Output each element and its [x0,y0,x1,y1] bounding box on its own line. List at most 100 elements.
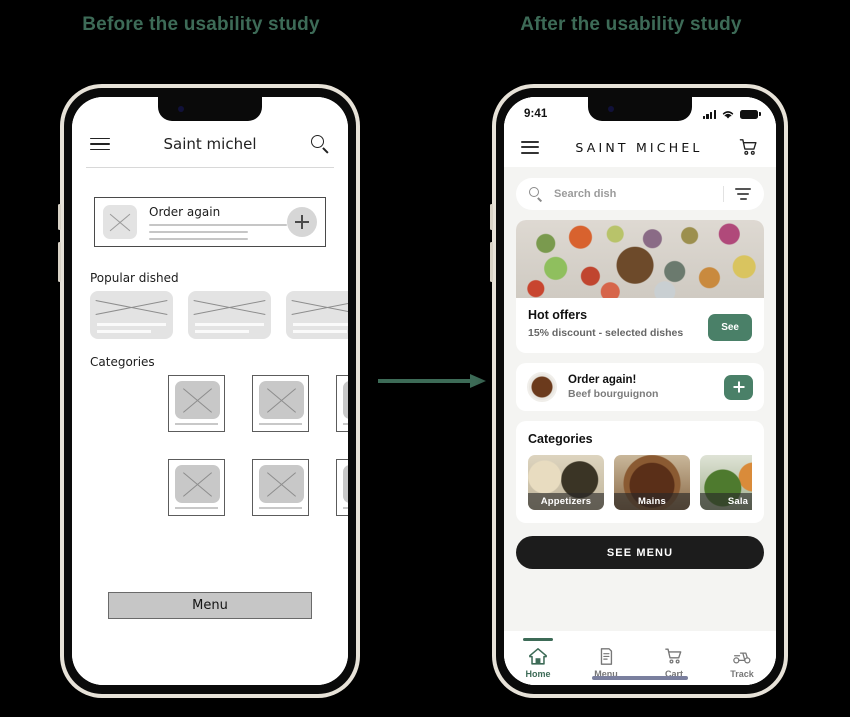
tab-label: Home [525,668,551,679]
search-input[interactable]: Search dish [516,178,764,210]
app-content: 9:41 SAINT MICHEL Search dish Hot offers… [504,97,776,685]
before-column-title: Before the usability study [82,14,320,35]
hot-offers-card[interactable]: Hot offers 15% discount - selected dishe… [516,220,764,353]
active-indicator [659,638,689,641]
page-title: Saint michel [163,135,257,153]
comparison-stage: Before the usability study After the usa… [0,0,850,717]
hot-offers-text: Hot offers 15% discount - selected dishe… [528,308,708,340]
categories-label: Categories [90,355,155,369]
hot-offers-subtitle: 15% discount - selected dishes [528,327,684,339]
image-placeholder-icon [103,205,137,239]
category-placeholder[interactable] [252,459,309,516]
tab-cart[interactable]: Cart [640,638,708,679]
battery-icon [740,109,761,119]
search-placeholder: Search dish [554,188,617,200]
bottom-tab-bar: Home Menu Cart Track [504,631,776,685]
search-icon [529,187,543,202]
active-indicator [591,638,621,641]
right-arrow-icon [378,374,486,388]
search-icon[interactable] [310,134,330,154]
phone-side-button-right-2 [490,242,493,282]
front-camera-icon [178,106,184,112]
status-icons [702,109,761,120]
order-again-card[interactable]: Order again [94,197,326,247]
shopping-cart-icon[interactable] [739,138,759,157]
tab-home[interactable]: Home [504,638,572,679]
placeholder-line [149,223,287,226]
popular-dishes-row [90,291,348,339]
tab-menu[interactable]: Menu [572,638,640,679]
after-phone-screen: 9:41 SAINT MICHEL Search dish Hot offers… [504,97,776,685]
wifi-icon [722,110,734,119]
phone-side-button-left-1 [58,204,61,230]
scroll-body: Search dish Hot offers 15% discount - se… [504,167,776,631]
add-item-button[interactable] [287,207,317,237]
before-phone-bezel: Saint michel Order again Popular dished … [64,88,356,694]
cellular-signal-icon [702,109,716,119]
dish-placeholder[interactable] [90,291,173,339]
placeholder-line [149,237,249,240]
order-again-subtitle: Beef bourguignon [568,388,659,400]
after-phone-mockup: 9:41 SAINT MICHEL Search dish Hot offers… [490,84,788,698]
add-item-button[interactable] [724,374,753,400]
home-indicator [592,676,688,680]
phone-notch [158,97,262,121]
categories-row[interactable]: Appetizers Mains Sala [528,455,752,510]
category-placeholder[interactable] [336,459,348,516]
before-phone-screen: Saint michel Order again Popular dished … [72,97,348,685]
front-camera-icon [608,106,614,112]
category-tile-salads[interactable]: Sala [700,455,752,510]
order-again-label: Order again [149,204,221,219]
order-again-card[interactable]: Order again! Beef bourguignon [516,363,764,411]
shopping-cart-icon [665,647,682,663]
tab-label: Track [730,668,754,679]
categories-grid [168,375,348,516]
see-menu-button[interactable]: SEE MENU [516,536,764,569]
category-label: Mains [614,493,690,510]
order-again-title: Order again! [568,374,637,386]
menu-button[interactable]: Menu [108,592,312,619]
wireframe-content: Saint michel Order again Popular dished … [72,97,348,685]
header-divider [86,167,334,168]
brand-title: SAINT MICHEL [575,139,703,155]
category-placeholder[interactable] [252,375,309,432]
after-column-title: After the usability study [520,14,742,35]
hot-offers-title: Hot offers [528,308,588,322]
active-indicator [523,638,553,641]
see-offers-button[interactable]: See [708,314,752,341]
arrow-head [470,374,486,388]
categories-title: Categories [528,432,593,446]
status-time: 9:41 [524,108,548,120]
tab-track[interactable]: Track [708,638,776,679]
category-placeholder[interactable] [168,459,225,516]
order-again-text: Order again! Beef bourguignon [568,374,724,400]
hamburger-icon[interactable] [521,140,539,154]
dish-placeholder[interactable] [286,291,348,339]
active-indicator [727,638,757,641]
before-phone-mockup: Saint michel Order again Popular dished … [58,84,360,698]
phone-notch [588,97,692,121]
wireframe-header: Saint michel [72,123,348,165]
scooter-delivery-icon [733,651,751,664]
dish-placeholder[interactable] [188,291,271,339]
placeholder-line [149,230,249,233]
category-tile-mains[interactable]: Mains [614,455,690,510]
categories-card: Categories Appetizers Mains Sala [516,421,764,523]
app-header: SAINT MICHEL [504,127,776,167]
filter-icon[interactable] [735,188,751,200]
phone-side-button-right-1 [490,204,493,230]
home-icon [529,647,547,665]
category-tile-appetizers[interactable]: Appetizers [528,455,604,510]
food-spread-photo [516,220,764,298]
beef-bourguignon-photo [527,372,557,402]
popular-dishes-label: Popular dished [90,271,179,285]
hamburger-icon[interactable] [90,137,110,151]
category-placeholder[interactable] [336,375,348,432]
arrow-shaft [378,379,470,383]
search-divider [723,186,724,202]
phone-side-button-left-2 [58,242,61,282]
hot-offers-body: Hot offers 15% discount - selected dishe… [516,298,764,353]
order-again-text: Order again [149,205,287,240]
after-phone-bezel: 9:41 SAINT MICHEL Search dish Hot offers… [496,88,784,694]
category-placeholder[interactable] [168,375,225,432]
